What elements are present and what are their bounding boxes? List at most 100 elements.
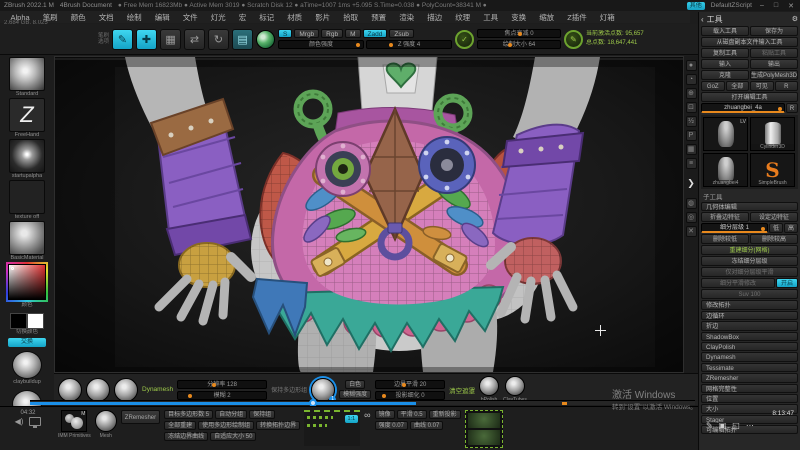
curve-slider[interactable]: 曲线 0.07 xyxy=(410,421,443,430)
reconstruct-subdiv-button[interactable]: 重建细分(网格) xyxy=(701,245,798,255)
menu-item[interactable]: 编辑 xyxy=(148,12,176,23)
collapsed-subpalette[interactable]: ShadowBox xyxy=(701,332,798,341)
dynamesh-label[interactable]: Dynamesh xyxy=(142,386,173,393)
minimize-button[interactable]: – xyxy=(758,2,766,9)
shelf-slot[interactable] xyxy=(9,57,45,91)
collapsed-subpalette[interactable]: 修改拓扑 xyxy=(701,300,798,309)
convert-border-button[interactable]: 转换拓扑边界 xyxy=(256,421,300,430)
menu-item[interactable]: 灯光 xyxy=(204,12,232,23)
quick-brush-thumb[interactable] xyxy=(12,351,42,379)
material-globe-icon[interactable] xyxy=(256,30,275,49)
shelf-slot[interactable] xyxy=(9,180,45,214)
viewport-option-icon[interactable]: ⊕ xyxy=(686,88,697,99)
set-edge-button[interactable]: 设定边特征 xyxy=(750,212,798,222)
edit-draw-icon[interactable]: ✎ xyxy=(112,29,133,50)
gizmo-icon[interactable]: ✚ xyxy=(136,29,157,50)
paint-mode-chip[interactable]: Zsub xyxy=(389,29,413,38)
collapsed-subpalette[interactable]: ZRemesher xyxy=(701,373,798,382)
border-smooth-slider[interactable]: 边界平滑 20 xyxy=(375,380,445,389)
target-polygons-slider[interactable]: 目标多边形数 5 xyxy=(164,410,213,419)
del-higher-button[interactable]: 删除较高 xyxy=(750,234,798,244)
menu-item[interactable]: 渲染 xyxy=(393,12,421,23)
menu-item[interactable]: 缩放 xyxy=(533,12,561,23)
menu-item[interactable]: 标记 xyxy=(253,12,281,23)
menu-item[interactable]: 影片 xyxy=(309,12,337,23)
paint-mode-chip[interactable]: Mrgb xyxy=(294,29,319,38)
adaptive-size-slider[interactable]: 自适应大小 50 xyxy=(210,432,256,441)
viewport-option-icon[interactable]: ≡ xyxy=(686,158,697,169)
menu-item[interactable]: 拾取 xyxy=(337,12,365,23)
rebuild-all-button[interactable]: 全部重建 xyxy=(164,421,196,430)
maximize-button[interactable]: □ xyxy=(772,2,780,9)
tool-r-button[interactable]: R xyxy=(786,103,798,113)
menu-item[interactable]: 灯箱 xyxy=(593,12,621,23)
paste-tool-button[interactable]: 粘贴工具 xyxy=(750,48,798,58)
menu-item[interactable]: 预置 xyxy=(365,12,393,23)
menu-item[interactable]: 描边 xyxy=(421,12,449,23)
focal-shift-slider[interactable]: 焦点衰减 0 xyxy=(477,29,561,38)
viewport-option-icon[interactable]: ● xyxy=(686,60,697,71)
higher-res-button[interactable]: 高 xyxy=(784,223,798,233)
tray-expand-icon[interactable]: ❯ xyxy=(687,178,695,189)
strength-slider[interactable]: 强度 0.07 xyxy=(375,421,408,430)
timeline-scrubber[interactable] xyxy=(30,400,695,405)
paint-mode-chip[interactable]: Zadd xyxy=(363,29,388,38)
secondary-color-swatch[interactable] xyxy=(27,313,44,329)
shelf-slot[interactable] xyxy=(9,221,45,255)
goz-row-button[interactable]: GoZ xyxy=(701,81,725,91)
clone-button[interactable]: 克隆 xyxy=(701,70,749,80)
speaker-icon[interactable]: ◀) xyxy=(15,417,24,426)
mesh-thumb[interactable] xyxy=(95,410,117,432)
blur-strength-button[interactable]: 模糊强度 xyxy=(339,390,371,399)
viewport-option-icon[interactable]: P xyxy=(686,130,697,141)
collapsed-subpalette[interactable]: Tessimate xyxy=(701,363,798,372)
color-picker[interactable] xyxy=(6,262,48,302)
rotate-canvas-icon[interactable]: ↻ xyxy=(208,29,229,50)
menu-item[interactable]: 颜色 xyxy=(64,12,92,23)
open-edit-tool-button[interactable]: 打开编辑工具 xyxy=(701,92,798,102)
goz-row-button[interactable]: 全部 xyxy=(726,81,750,91)
geometry-section-header[interactable]: 几何体编辑 xyxy=(701,202,798,211)
copy-tool-button[interactable]: 复制工具 xyxy=(701,48,749,58)
lower-res-button[interactable]: 低 xyxy=(769,223,783,233)
import-from-disk-button[interactable]: 从磁盘副本文件输入工具 xyxy=(701,37,798,47)
goz-row-button[interactable]: 可见 xyxy=(750,81,774,91)
collapsed-subpalette[interactable]: Dynamesh xyxy=(701,352,798,361)
panel-back-icon[interactable]: ‹ xyxy=(701,15,704,24)
tool-thumb[interactable]: LV xyxy=(703,117,748,151)
load-tool-button[interactable]: 载入工具 xyxy=(701,26,749,36)
viewport-option-icon[interactable]: ◍ xyxy=(686,198,697,209)
frame-icon[interactable]: ▦ xyxy=(160,29,181,50)
dynamesh-blur-slider[interactable]: 模糊 2 xyxy=(177,391,267,400)
keep-groups-toggle[interactable]: 保持多边形组 xyxy=(271,385,307,394)
menu-item[interactable]: 文件 xyxy=(176,12,204,23)
freeze-border-button[interactable]: 冻结边界曲线 xyxy=(164,432,208,441)
pencil-icon[interactable]: ✎ xyxy=(706,421,713,430)
zremesher-button[interactable]: ZRemesher xyxy=(121,410,160,424)
keep-groups-button[interactable]: 保持组 xyxy=(249,410,275,419)
current-tool-slider[interactable]: zhuangbei_4a xyxy=(701,103,785,113)
crease-edge-button[interactable]: 折叠边特征 xyxy=(701,212,749,222)
smt-toggle[interactable]: 开启 xyxy=(776,278,798,288)
collapsed-subpalette[interactable]: 网格完整性 xyxy=(701,384,798,393)
save-as-button[interactable]: 保存为 xyxy=(750,26,798,36)
sculpt-viewport[interactable] xyxy=(54,56,684,373)
viewport-option-icon[interactable]: ▦ xyxy=(686,144,697,155)
subdivision-level-slider[interactable]: 细分层级 1 xyxy=(701,223,768,233)
collapsed-subpalette[interactable]: ClayPolish xyxy=(701,342,798,351)
brush-thumb[interactable] xyxy=(114,378,138,402)
export-button[interactable]: 输出 xyxy=(750,59,798,69)
viewport-option-icon[interactable]: ⊡ xyxy=(686,102,697,113)
menu-item[interactable]: 材质 xyxy=(281,12,309,23)
projection-slider[interactable]: 投影细化 0 xyxy=(375,391,445,400)
reproject-button[interactable]: 重新投影 xyxy=(429,410,461,419)
close-button[interactable]: ✕ xyxy=(786,2,796,10)
menu-item[interactable]: 绘制 xyxy=(120,12,148,23)
paint-mode-chip[interactable]: Rgb xyxy=(321,29,343,38)
menu-item[interactable]: 纹理 xyxy=(449,12,477,23)
viewport-option-icon[interactable]: ✕ xyxy=(686,226,697,237)
paint-mode-chip[interactable]: S xyxy=(278,29,292,38)
viewport-option-icon[interactable]: ◎ xyxy=(686,212,697,223)
smooth-slider[interactable]: 平滑 0.5 xyxy=(397,410,427,419)
menu-item[interactable]: 宏 xyxy=(232,12,253,23)
